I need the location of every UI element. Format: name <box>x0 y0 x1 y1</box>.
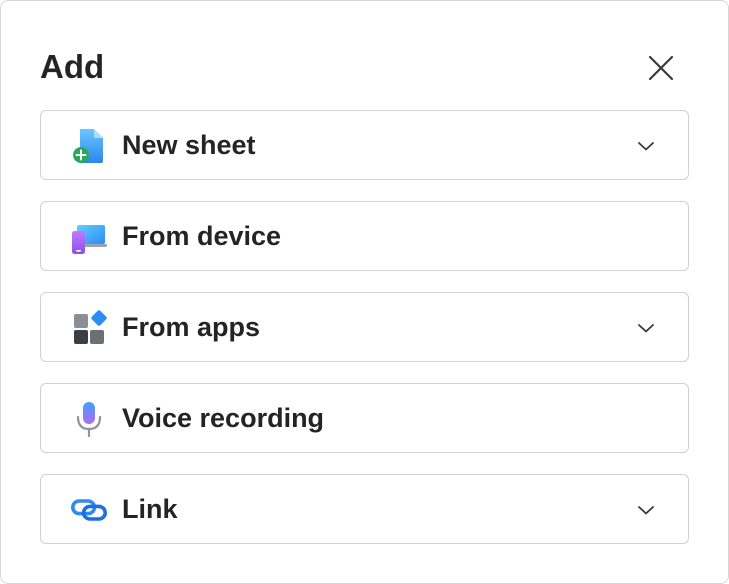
dialog-title: Add <box>40 48 105 85</box>
option-new-sheet[interactable]: New sheet <box>40 110 689 180</box>
chevron-down-icon <box>636 136 656 156</box>
close-icon <box>648 55 674 81</box>
option-label: From apps <box>122 311 261 342</box>
option-label: New sheet <box>122 129 256 160</box>
option-from-device[interactable]: From device <box>40 201 689 271</box>
microphone-icon <box>71 401 107 437</box>
option-label: Voice recording <box>122 402 325 433</box>
add-dialog: Add New sheet From device From apps Voic… <box>0 0 729 584</box>
close-button[interactable] <box>642 49 680 87</box>
chevron-down-icon <box>636 318 656 338</box>
chevron-down-icon <box>636 500 656 520</box>
option-label: From device <box>122 220 282 251</box>
option-label: Link <box>122 493 178 524</box>
option-voice-recording[interactable]: Voice recording <box>40 383 689 453</box>
device-icon <box>71 219 107 255</box>
option-from-apps[interactable]: From apps <box>40 292 689 362</box>
apps-icon <box>71 310 107 346</box>
link-icon <box>71 492 107 528</box>
new-sheet-icon <box>71 128 107 164</box>
option-link[interactable]: Link <box>40 474 689 544</box>
